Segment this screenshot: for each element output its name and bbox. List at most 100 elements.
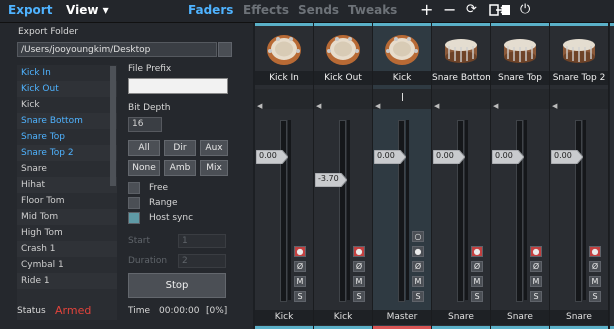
- track-list-item[interactable]: Kick: [17, 97, 117, 113]
- phase-invert-button[interactable]: Ø: [412, 261, 424, 272]
- fader-knob[interactable]: -3.70: [314, 172, 348, 188]
- track-list-item[interactable]: Ride 1: [17, 273, 117, 289]
- aux-button[interactable]: Aux: [200, 140, 228, 156]
- solo-button[interactable]: S: [294, 291, 306, 302]
- fader-track[interactable]: [575, 120, 582, 302]
- fader-track[interactable]: [398, 120, 405, 302]
- tab-tweaks[interactable]: Tweaks: [348, 3, 397, 17]
- free-checkbox[interactable]: [128, 182, 140, 194]
- tab-sends[interactable]: Sends: [298, 3, 339, 17]
- stop-button[interactable]: Stop: [128, 273, 226, 298]
- mute-button[interactable]: M: [294, 276, 306, 287]
- pan-control[interactable]: [491, 89, 549, 109]
- record-arm-button[interactable]: ●: [589, 246, 601, 257]
- refresh-icon[interactable]: ⟳: [466, 2, 477, 17]
- fader-track[interactable]: [457, 120, 464, 302]
- track-list-scrollbar[interactable]: [110, 66, 116, 186]
- fader-knob[interactable]: 0.00: [550, 149, 584, 165]
- view-menu[interactable]: View ▾: [66, 3, 109, 17]
- host-sync-checkbox[interactable]: [128, 212, 140, 224]
- master-dim-button[interactable]: ○: [412, 231, 424, 242]
- solo-button[interactable]: S: [353, 291, 365, 302]
- range-checkbox[interactable]: [128, 197, 140, 209]
- all-button[interactable]: All: [128, 140, 160, 156]
- dir-button[interactable]: Dir: [164, 140, 196, 156]
- plus-icon[interactable]: +: [420, 0, 433, 19]
- fader-track[interactable]: [516, 120, 523, 302]
- percent-value: [0%]: [206, 306, 228, 316]
- track-list-item[interactable]: Cymbal 1: [17, 257, 117, 273]
- track-list-item[interactable]: Crash 1: [17, 241, 117, 257]
- phase-invert-button[interactable]: Ø: [471, 261, 483, 272]
- phase-invert-button[interactable]: Ø: [589, 261, 601, 272]
- fader-track[interactable]: [339, 120, 346, 302]
- browse-folder-button[interactable]: [218, 42, 232, 57]
- mute-button[interactable]: M: [589, 276, 601, 287]
- track-list-item[interactable]: Snare Top 2: [17, 145, 117, 161]
- channel-name[interactable]: Kick In: [255, 71, 313, 85]
- pan-control[interactable]: [314, 89, 372, 109]
- solo-button[interactable]: S: [471, 291, 483, 302]
- route-icon[interactable]: [489, 4, 511, 20]
- none-button[interactable]: None: [128, 160, 160, 176]
- level-meter: [524, 120, 527, 300]
- output-label[interactable]: Kick: [314, 310, 372, 325]
- tab-effects[interactable]: Effects: [243, 3, 289, 17]
- export-menu[interactable]: Export: [8, 3, 52, 17]
- record-arm-button[interactable]: ●: [530, 246, 542, 257]
- record-arm-button[interactable]: ●: [353, 246, 365, 257]
- pan-control[interactable]: [255, 89, 313, 109]
- record-arm-button[interactable]: ●: [471, 246, 483, 257]
- channel-name[interactable]: Snare Top 2: [550, 71, 608, 85]
- track-list-item[interactable]: Snare: [17, 161, 117, 177]
- fader-knob[interactable]: 0.00: [432, 149, 466, 165]
- fader-track[interactable]: [280, 120, 287, 302]
- channel-name[interactable]: Snare Top: [491, 71, 549, 85]
- pan-control[interactable]: [432, 89, 490, 109]
- output-label[interactable]: Kick: [255, 310, 313, 325]
- bit-depth-select[interactable]: 16: [128, 117, 162, 132]
- phase-invert-button[interactable]: Ø: [294, 261, 306, 272]
- track-list-item[interactable]: High Tom: [17, 225, 117, 241]
- output-label[interactable]: Snare: [432, 310, 490, 325]
- mute-button[interactable]: M: [471, 276, 483, 287]
- minus-icon[interactable]: −: [443, 0, 456, 19]
- mute-button[interactable]: M: [530, 276, 542, 287]
- fader-knob[interactable]: 0.00: [491, 149, 525, 165]
- solo-button[interactable]: S: [412, 291, 424, 302]
- track-list-item[interactable]: Kick Out: [17, 81, 117, 97]
- output-label[interactable]: Snare: [491, 310, 549, 325]
- solo-button[interactable]: S: [530, 291, 542, 302]
- output-label[interactable]: Snare: [550, 310, 608, 325]
- track-list-item[interactable]: Mid Tom: [17, 209, 117, 225]
- track-list-item[interactable]: Hihat: [17, 177, 117, 193]
- phase-invert-button[interactable]: Ø: [530, 261, 542, 272]
- channel-name[interactable]: Snare Bottom: [432, 71, 490, 85]
- fader-knob[interactable]: 0.00: [255, 149, 289, 165]
- file-prefix-input[interactable]: [128, 78, 228, 94]
- record-arm-button[interactable]: ●: [294, 246, 306, 257]
- output-label[interactable]: Master: [373, 310, 431, 325]
- channel-name[interactable]: Kick: [373, 71, 431, 85]
- fader-value: 0.00: [554, 151, 572, 160]
- channel-name[interactable]: Kick Out: [314, 71, 372, 85]
- fader-knob[interactable]: 0.00: [373, 149, 407, 165]
- track-list[interactable]: Kick In Kick Out Kick Snare Bottom Snare Top…: [17, 65, 117, 320]
- solo-button[interactable]: S: [589, 291, 601, 302]
- mix-button[interactable]: Mix: [200, 160, 228, 176]
- track-list-item[interactable]: Snare Top: [17, 129, 117, 145]
- phase-invert-button[interactable]: Ø: [353, 261, 365, 272]
- pan-control[interactable]: [550, 89, 608, 109]
- tab-faders[interactable]: Faders: [188, 3, 233, 17]
- start-input[interactable]: 1: [178, 234, 226, 248]
- amb-button[interactable]: Amb: [164, 160, 196, 176]
- track-list-item[interactable]: Floor Tom: [17, 193, 117, 209]
- power-icon[interactable]: ⏻: [520, 2, 530, 17]
- mute-button[interactable]: M: [412, 276, 424, 287]
- track-list-item[interactable]: Snare Bottom: [17, 113, 117, 129]
- track-list-item[interactable]: Kick In: [17, 65, 117, 81]
- master-mono-button[interactable]: ●: [412, 246, 424, 257]
- export-folder-field[interactable]: /Users/jooyoungkim/Desktop: [17, 42, 217, 57]
- duration-input[interactable]: 2: [178, 254, 226, 268]
- mute-button[interactable]: M: [353, 276, 365, 287]
